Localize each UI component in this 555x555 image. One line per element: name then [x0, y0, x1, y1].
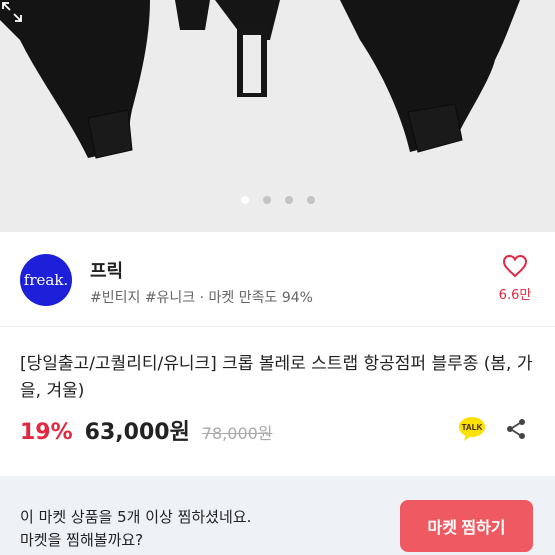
banner-line-2: 마켓을 찜해볼까요?: [20, 531, 144, 549]
like-count: 6.6만: [498, 288, 532, 303]
carousel-dots: [0, 196, 555, 204]
discount-rate: 19%: [20, 420, 73, 445]
expand-icon[interactable]: [0, 0, 24, 24]
carousel-dot[interactable]: [240, 196, 249, 204]
carousel-dot[interactable]: [284, 196, 293, 204]
shop-logo-text: freak.: [23, 271, 69, 289]
talk-label: TALK: [462, 423, 483, 432]
share-icon[interactable]: [504, 417, 528, 441]
shop-info[interactable]: freak. 프릭 #빈티지 #유니크 · 마켓 만족도 94% 6.6만: [0, 232, 555, 327]
product-title: [당일출고/고퀄리티/유니크] 크롭 볼레로 스트랩 항공점퍼 블루종 (봄, …: [20, 354, 533, 401]
original-price: 78,000원: [201, 424, 273, 443]
product-image[interactable]: [0, 0, 555, 232]
carousel-dot[interactable]: [306, 196, 315, 204]
shop-like-button[interactable]: 6.6만: [490, 254, 540, 303]
favorite-market-button[interactable]: 마켓 찜하기: [400, 500, 533, 552]
sale-price: 63,000원: [84, 420, 190, 445]
heart-icon: [502, 254, 528, 278]
banner-message: 이 마켓 상품을 5개 이상 찜하셨네요. 마켓을 찜해볼까요?: [20, 506, 251, 552]
product-info: [당일출고/고퀄리티/유니크] 크롭 볼레로 스트랩 항공점퍼 블루종 (봄, …: [0, 327, 555, 455]
banner-line-1: 이 마켓 상품을 5개 이상 찜하셨네요.: [20, 508, 252, 526]
shop-name[interactable]: 프릭: [90, 257, 123, 283]
carousel-dot[interactable]: [262, 196, 271, 204]
shop-tags: #빈티지 #유니크 · 마켓 만족도 94%: [90, 290, 313, 306]
shop-logo[interactable]: freak.: [20, 254, 72, 306]
kakao-talk-icon[interactable]: TALK: [458, 416, 486, 442]
price-row: 19% 63,000원 78,000원: [20, 414, 273, 446]
